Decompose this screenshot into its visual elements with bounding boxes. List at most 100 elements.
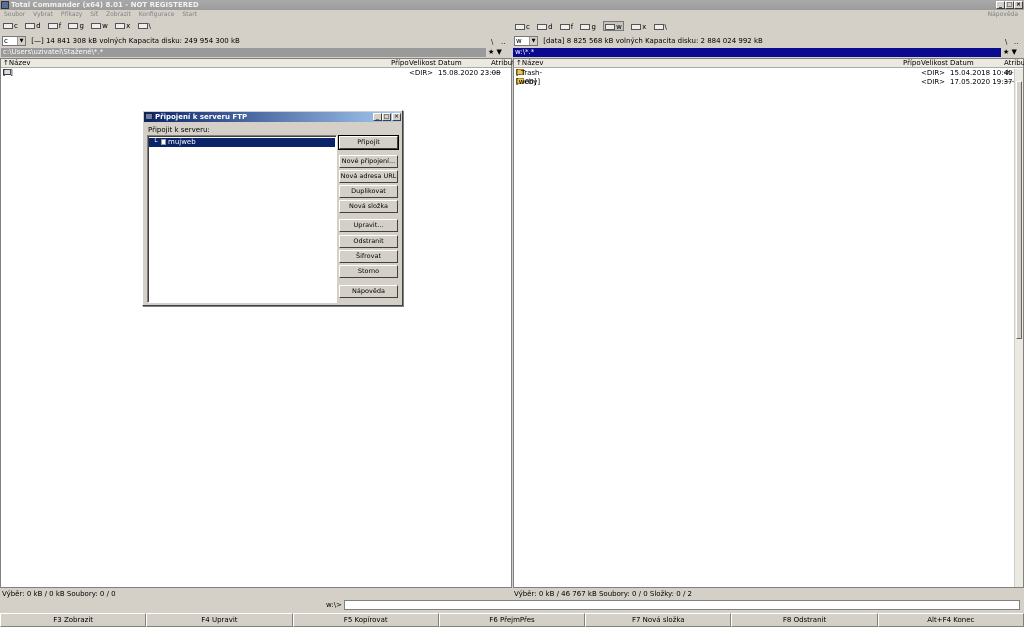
encrypt-button[interactable]: Šifrovat: [339, 250, 398, 263]
left-drive-network[interactable]: \: [137, 21, 151, 31]
menu-show[interactable]: Zobrazit: [106, 11, 131, 18]
function-key-bar: F3 Zobrazit F4 Upravit F5 Kopírovat F6 P…: [0, 613, 1024, 627]
server-name: mujweb: [168, 138, 196, 146]
connect-button[interactable]: Připojit: [338, 135, 399, 150]
new-connection-button[interactable]: Nové připojení...: [339, 155, 398, 168]
command-line-input[interactable]: [344, 600, 1020, 610]
scrollbar-thumb[interactable]: [1016, 81, 1022, 339]
menu-help[interactable]: Nápověda: [988, 10, 1018, 20]
left-drive-d[interactable]: d: [25, 21, 41, 31]
right-drive-w[interactable]: w: [603, 21, 624, 31]
column-attr[interactable]: Atribut: [491, 59, 515, 68]
column-date[interactable]: Datum: [950, 59, 974, 68]
right-free-space: 8 825 568 kB volných Kapacita disku: 2 8…: [566, 37, 763, 45]
dialog-maximize-button[interactable]: □: [382, 113, 391, 121]
right-root-button[interactable]: \: [1005, 37, 1007, 47]
right-drive-g[interactable]: g: [580, 22, 596, 32]
file-row[interactable]: [.Trash-1000] <DIR> 15.04.2018 10:40 -h-: [514, 69, 1023, 86]
file-row[interactable]: [..] <DIR> 15.08.2020 23:08 ----: [1, 69, 511, 78]
f4-edit-button[interactable]: F4 Upravit: [146, 613, 293, 627]
chevron-down-icon: ▼: [17, 37, 25, 45]
left-history-button[interactable]: ★ ▼: [488, 48, 502, 57]
column-date[interactable]: Datum: [438, 59, 462, 68]
drive-icon: [3, 23, 13, 29]
left-drive-info: c ▼ [—] 14 841 308 kB volných Kapacita di…: [2, 36, 482, 47]
left-drive-f[interactable]: f: [47, 21, 61, 31]
dialog-title-bar[interactable]: Připojení k serveru FTP _ □ ×: [144, 112, 401, 122]
right-drive-network[interactable]: \: [653, 22, 667, 32]
column-size[interactable]: Velikost: [921, 59, 948, 68]
left-drive-select[interactable]: c ▼: [2, 36, 26, 46]
f8-delete-button[interactable]: F8 Odstranit: [731, 613, 878, 627]
left-drive-w[interactable]: w: [91, 21, 108, 31]
right-parent-button[interactable]: ..: [1014, 37, 1018, 47]
left-root-button[interactable]: \: [491, 37, 493, 47]
left-drive-x[interactable]: x: [115, 21, 130, 31]
network-icon: [137, 23, 148, 29]
left-drive-bar: c d f g w x \: [3, 21, 156, 33]
right-path: w:\*.*: [515, 48, 535, 56]
delete-button[interactable]: Odstranit: [339, 235, 398, 248]
network-drive-icon: [631, 24, 642, 30]
new-folder-button[interactable]: Nová složka: [339, 200, 398, 213]
file-size: <DIR>: [921, 78, 946, 86]
file-attr: ----: [491, 69, 502, 77]
cancel-button[interactable]: Storno: [339, 265, 398, 278]
duplicate-button[interactable]: Duplikovat: [339, 185, 398, 198]
menu-net[interactable]: Síť: [90, 11, 98, 18]
alt-f4-exit-button[interactable]: Alt+F4 Konec: [877, 613, 1024, 627]
server-list[interactable]: └ mujweb: [147, 135, 337, 303]
network-drive-icon: [115, 23, 126, 29]
left-drive-c[interactable]: c: [3, 21, 18, 31]
left-parent-button[interactable]: ..: [501, 37, 505, 47]
column-name[interactable]: ↑ Název: [3, 59, 31, 68]
new-url-button[interactable]: Nová adresa URL: [339, 170, 398, 183]
right-file-panel[interactable]: ↑ Název Přípo Velikost Datum Atribut [.T…: [513, 58, 1024, 588]
menu-file[interactable]: Soubor: [4, 11, 25, 18]
help-button[interactable]: Nápověda: [339, 285, 398, 298]
maximize-button[interactable]: □: [1005, 1, 1014, 9]
dialog-minimize-button[interactable]: _: [373, 113, 382, 121]
right-path-bar[interactable]: w:\*.*: [513, 48, 1001, 57]
left-drive-g[interactable]: g: [68, 21, 84, 31]
dialog-close-button[interactable]: ×: [392, 113, 401, 121]
right-drive-d[interactable]: d: [537, 22, 553, 32]
menu-select[interactable]: Vybrat: [33, 11, 53, 18]
minimize-button[interactable]: _: [996, 1, 1005, 9]
f6-move-button[interactable]: F6 PřejmPřes: [438, 613, 586, 627]
drive-icon: [68, 23, 79, 29]
right-drive-c[interactable]: c: [515, 22, 530, 32]
right-vertical-scrollbar[interactable]: [1014, 69, 1023, 587]
drive-icon: [515, 24, 525, 30]
dialog-title: Připojení k serveru FTP: [155, 113, 248, 121]
close-button[interactable]: ×: [1014, 1, 1023, 9]
app-icon: [1, 1, 9, 9]
file-row[interactable]: [weby] <DIR> 17.05.2020 19:37 ----: [514, 78, 1023, 87]
menu-configuration[interactable]: Konfigurace: [139, 11, 175, 18]
window-title-bar[interactable]: Total Commander (x64) 8.01 - NOT REGISTE…: [0, 0, 1024, 10]
network-drive-icon: [605, 24, 616, 30]
server-item[interactable]: └ mujweb: [149, 138, 335, 147]
edit-button[interactable]: Upravit...: [339, 219, 398, 232]
f3-view-button[interactable]: F3 Zobrazit: [0, 613, 147, 627]
right-drive-x[interactable]: x: [631, 22, 646, 32]
column-attr[interactable]: Atribut: [1004, 59, 1024, 68]
ftp-connect-dialog: Připojení k serveru FTP _ □ × Připojit k…: [142, 110, 403, 306]
menu-commands[interactable]: Příkazy: [61, 11, 82, 18]
left-column-header: ↑ Název Přípo Velikost Datum Atribut: [1, 59, 515, 68]
menu-bar: Soubor Vybrat Příkazy Síť Zobrazit Konfi…: [0, 10, 1024, 20]
f7-new-folder-button[interactable]: F7 Nová složka: [585, 613, 732, 627]
right-drive-f[interactable]: f: [559, 22, 573, 32]
column-size[interactable]: Velikost: [409, 59, 436, 68]
right-drive-info: w ▼ [data] 8 825 568 kB volných Kapacita …: [514, 36, 994, 47]
right-drive-select[interactable]: w ▼: [514, 36, 538, 46]
right-history-button[interactable]: ★ ▼: [1003, 48, 1017, 57]
drive-icon: [25, 23, 36, 29]
left-path-bar[interactable]: c:\Users\uzivatel\Stažené\*.*: [1, 48, 486, 57]
f5-copy-button[interactable]: F5 Kopírovat: [292, 613, 439, 627]
column-name[interactable]: ↑ Název: [516, 59, 544, 68]
menu-start[interactable]: Start: [182, 11, 197, 18]
column-ext[interactable]: Přípo: [391, 59, 409, 68]
column-ext[interactable]: Přípo: [903, 59, 921, 68]
file-size: <DIR>: [409, 69, 434, 77]
